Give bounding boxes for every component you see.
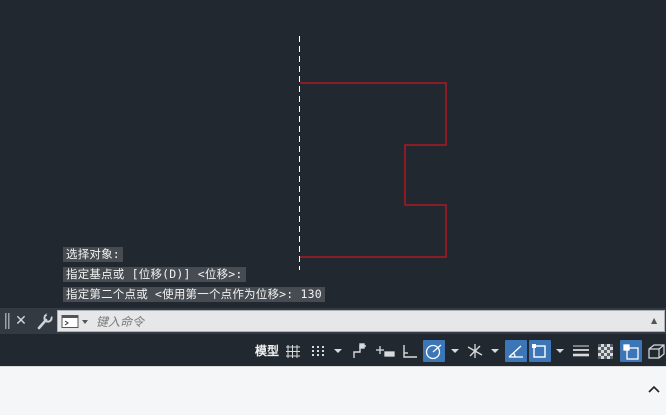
object-snap-icon[interactable] — [529, 340, 551, 362]
command-prompt-icon[interactable] — [61, 314, 91, 329]
grid-icon[interactable] — [285, 340, 303, 362]
object-snap-tracking-icon[interactable] — [505, 340, 527, 362]
command-input[interactable] — [94, 312, 643, 332]
chevron-down-icon[interactable] — [450, 340, 460, 362]
customize-wrench-icon[interactable] — [34, 311, 54, 330]
grip-icon[interactable] — [4, 312, 10, 330]
status-bar: 模型 — [0, 336, 666, 366]
selection-cycling-icon[interactable] — [620, 340, 642, 362]
close-icon[interactable]: ✕ — [14, 312, 28, 330]
chevron-down-icon[interactable] — [333, 340, 343, 362]
chevron-down-icon[interactable] — [490, 340, 500, 362]
command-line-bar: ✕ ▲ — [0, 308, 666, 334]
isometric-drafting-icon[interactable] — [464, 340, 486, 362]
command-history-line: 指定第二个点或 <使用第一个点作为位移>: 130 — [63, 287, 325, 302]
drawing-canvas[interactable] — [0, 0, 666, 310]
transparency-icon[interactable] — [595, 340, 617, 362]
command-history-line: 选择对象: — [63, 247, 123, 262]
dynamic-input-icon[interactable] — [375, 340, 397, 362]
infer-constraints-icon[interactable] — [350, 340, 370, 362]
3d-object-snap-icon[interactable] — [646, 340, 666, 362]
moved-geometry-outline[interactable] — [300, 82, 447, 258]
polar-tracking-icon[interactable] — [423, 340, 445, 362]
chevron-up-icon[interactable] — [646, 381, 662, 397]
command-history-line: 指定基点或 [位移(D)] <位移>: — [63, 267, 246, 282]
command-input-field[interactable]: ▲ — [57, 310, 665, 332]
recent-commands-chevron-icon[interactable]: ▲ — [651, 315, 661, 327]
drawing-svg[interactable] — [0, 0, 666, 310]
lineweight-icon[interactable] — [571, 340, 591, 362]
chevron-down-icon[interactable] — [555, 340, 565, 362]
model-space-tab[interactable]: 模型 — [252, 340, 282, 362]
ortho-icon[interactable] — [400, 340, 420, 362]
snap-mode-icon[interactable] — [309, 340, 329, 362]
ribbon-panel — [0, 366, 666, 415]
